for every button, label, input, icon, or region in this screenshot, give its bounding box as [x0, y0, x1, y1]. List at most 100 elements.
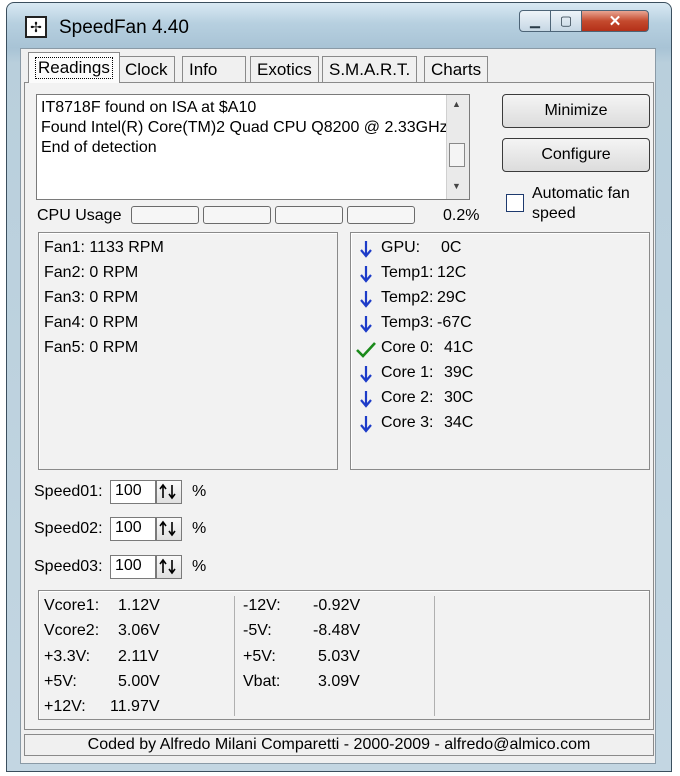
fan-readings-box: Fan1: 1133 RPM Fan2: 0 RPM Fan3: 0 RPM F…	[38, 232, 338, 470]
temperature-label: Core 0:	[381, 339, 434, 356]
log-line: End of detection	[41, 139, 157, 156]
voltage-label: Vbat:	[243, 673, 281, 690]
voltage-value: 1.12V	[118, 597, 160, 614]
voltage-label: -5V:	[243, 622, 272, 639]
arrow-down-icon	[359, 290, 373, 308]
voltage-value: 11.97V	[110, 698, 160, 715]
temperature-value: 0C	[441, 239, 462, 256]
temperature-value: -67C	[437, 314, 472, 331]
tab-info-label: Info	[189, 59, 218, 79]
voltage-label: Vcore1:	[44, 597, 100, 614]
detection-log[interactable]: IT8718F found on ISA at $A10 Found Intel…	[36, 94, 470, 200]
configure-button[interactable]: Configure	[502, 138, 650, 172]
minimize-button[interactable]: Minimize	[502, 94, 650, 128]
temperature-value: 12C	[437, 264, 467, 281]
temperature-value: 34C	[444, 414, 474, 431]
cpu-core-bar	[203, 206, 271, 224]
cpu-usage-percent: 0.2%	[443, 207, 480, 224]
temperature-label: GPU:	[381, 239, 421, 256]
cpu-core-bar	[347, 206, 415, 224]
cpu-core-bar	[131, 206, 199, 224]
voltage-value: -8.48V	[313, 622, 361, 639]
temperature-value: 41C	[444, 339, 474, 356]
fan-reading: Fan5: 0 RPM	[44, 339, 139, 356]
voltage-label: +5V:	[243, 648, 276, 665]
temperature-label: Temp3:	[381, 314, 434, 331]
fan-reading: Fan3: 0 RPM	[44, 289, 139, 306]
window-minimize-button[interactable]: ▁	[519, 10, 551, 32]
tab-charts-label: Charts	[431, 59, 482, 79]
arrow-down-icon	[359, 415, 373, 433]
temperature-label: Core 1:	[381, 364, 434, 381]
speed03-input[interactable]: 100	[110, 555, 156, 579]
tab-exotics-label: Exotics	[257, 59, 312, 79]
automatic-fan-speed-checkbox[interactable]	[506, 194, 524, 212]
temperature-readings-box: GPU: 0C Temp1: 12C Temp2: 29C Temp3: -67C Core 0…	[350, 232, 650, 470]
voltage-value: 3.09V	[318, 673, 360, 690]
auto-fan-label-line1: Automatic fan	[532, 185, 630, 202]
temperature-value: 30C	[444, 389, 474, 406]
window-maximize-button[interactable]: ▢	[550, 10, 582, 32]
fan-reading: Fan1: 1133 RPM	[44, 239, 164, 256]
scroll-thumb[interactable]	[449, 143, 465, 167]
voltage-value: 5.00V	[118, 673, 160, 690]
tab-smart-label: S.M.A.R.T.	[329, 59, 411, 79]
arrow-down-icon	[359, 240, 373, 258]
tab-clock[interactable]: Clock	[118, 56, 175, 82]
speed01-unit: %	[192, 483, 207, 500]
tab-info[interactable]: Info	[182, 56, 246, 82]
title-bar[interactable]: ✢ SpeedFan 4.40 ▁ ▢ ✕	[7, 3, 671, 49]
spin-arrows-icon	[159, 558, 176, 575]
tab-smart[interactable]: S.M.A.R.T.	[322, 56, 418, 82]
voltage-label: -12V:	[243, 597, 281, 614]
speed02-unit: %	[192, 520, 207, 537]
log-scrollbar[interactable]: ▲ ▼	[446, 95, 469, 199]
speed02-label: Speed02:	[34, 520, 103, 537]
speed01-input[interactable]: 100	[110, 480, 156, 504]
automatic-fan-speed-label: Automatic fan speed	[532, 184, 630, 224]
fan-reading: Fan2: 0 RPM	[44, 264, 139, 281]
window-close-button[interactable]: ✕	[581, 10, 649, 32]
tab-readings-label: Readings	[35, 57, 113, 79]
voltage-value: 3.06V	[118, 622, 160, 639]
temperature-label: Temp1:	[381, 264, 434, 281]
voltage-value: 5.03V	[318, 648, 360, 665]
speed03-unit: %	[192, 558, 207, 575]
fan-reading: Fan4: 0 RPM	[44, 314, 139, 331]
temperature-label: Core 2:	[381, 389, 434, 406]
voltage-label: +3.3V:	[44, 648, 91, 665]
speed01-stepper[interactable]	[156, 480, 182, 504]
voltage-label: Vcore2:	[44, 622, 100, 639]
auto-fan-label-line2: speed	[532, 205, 576, 222]
cpu-core-bar	[275, 206, 343, 224]
scroll-up-icon[interactable]: ▲	[452, 99, 461, 109]
spin-arrows-icon	[159, 520, 176, 537]
voltage-label: +12V:	[44, 698, 86, 715]
log-line: IT8718F found on ISA at $A10	[41, 99, 257, 116]
temperature-value: 39C	[444, 364, 474, 381]
voltage-divider	[234, 596, 235, 716]
temperature-label: Temp2:	[381, 289, 434, 306]
check-icon	[355, 340, 377, 358]
status-bar-credits: Coded by Alfredo Milani Comparetti - 200…	[24, 734, 654, 756]
cpu-usage-label: CPU Usage	[37, 207, 122, 224]
speed02-stepper[interactable]	[156, 517, 182, 541]
log-line: Found Intel(R) Core(TM)2 Quad CPU Q8200 …	[41, 119, 448, 136]
temperature-value: 29C	[437, 289, 467, 306]
voltage-value: -0.92V	[313, 597, 361, 614]
tab-exotics[interactable]: Exotics	[250, 56, 319, 82]
voltage-divider	[434, 596, 435, 716]
arrow-down-icon	[359, 265, 373, 283]
speed03-stepper[interactable]	[156, 555, 182, 579]
tab-charts[interactable]: Charts	[424, 56, 489, 82]
tab-clock-label: Clock	[125, 59, 168, 79]
scroll-down-icon[interactable]: ▼	[452, 181, 461, 191]
voltage-value: 2.11V	[118, 648, 159, 665]
tab-readings[interactable]: Readings	[28, 52, 120, 83]
window-title: SpeedFan 4.40	[59, 17, 189, 38]
fan-app-icon: ✢	[25, 16, 47, 38]
temperature-label: Core 3:	[381, 414, 434, 431]
voltage-label: +5V:	[44, 673, 77, 690]
spin-arrows-icon	[159, 483, 176, 500]
speed02-input[interactable]: 100	[110, 517, 156, 541]
